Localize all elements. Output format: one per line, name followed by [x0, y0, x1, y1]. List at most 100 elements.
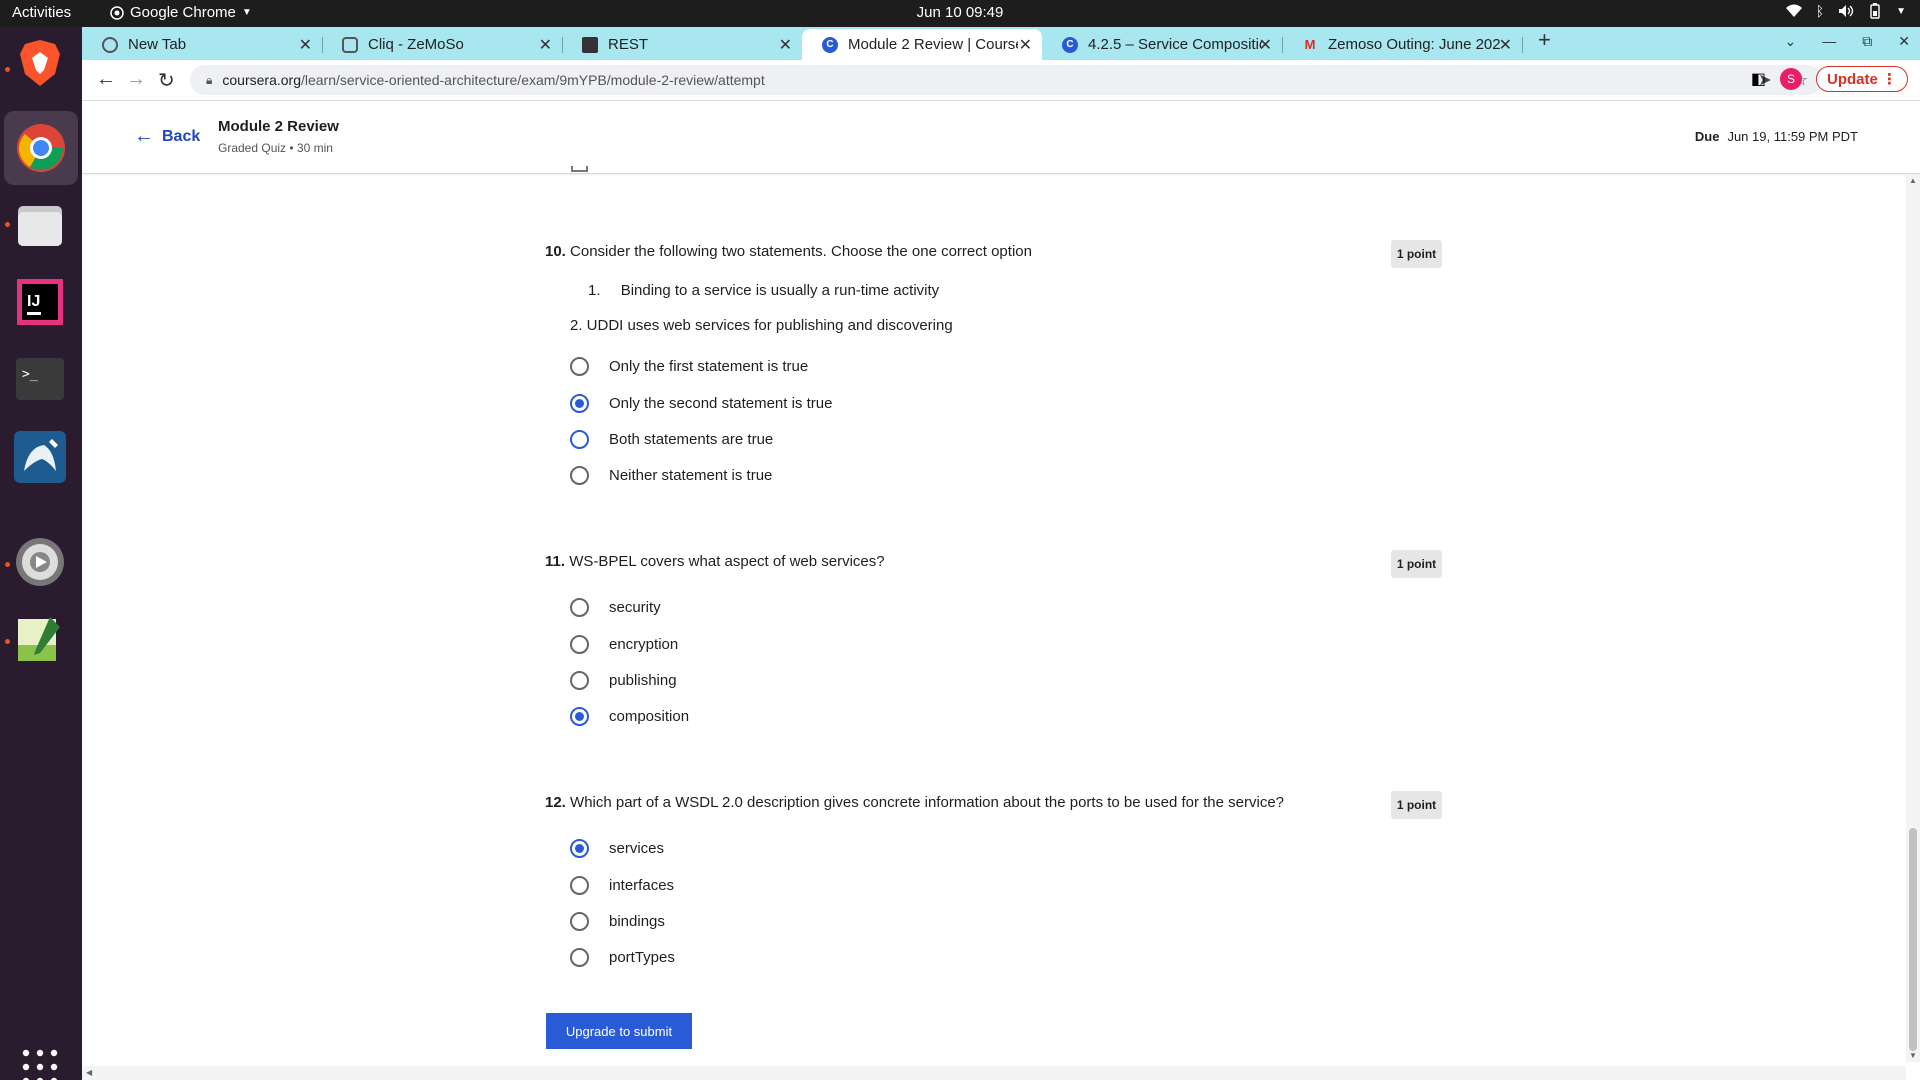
tab-zemoso-outing[interactable]: M Zemoso Outing: June 202 ✕	[1282, 29, 1523, 60]
option-q11-c[interactable]: publishing	[570, 668, 677, 692]
radio-button[interactable]	[570, 597, 589, 617]
chrome-app-icon[interactable]	[4, 111, 78, 185]
statement-2: 2. UDDI uses web services for publishing…	[570, 317, 953, 334]
points-badge: 1 point	[1391, 791, 1442, 819]
radio-button[interactable]	[570, 356, 589, 376]
clock[interactable]: Jun 10 09:49	[0, 4, 1920, 21]
quiz-header: ← Back Module 2 Review Graded Quiz • 30 …	[82, 101, 1920, 174]
tab-module-2-review[interactable]: C Module 2 Review | Course ✕	[802, 29, 1042, 60]
option-q12-a[interactable]: services	[570, 836, 664, 860]
radio-button[interactable]	[570, 465, 589, 485]
reload-icon[interactable]: ↻	[158, 68, 175, 93]
option-label: interfaces	[609, 876, 675, 894]
tab-title: Cliq - ZeMoSo	[368, 36, 464, 53]
close-icon[interactable]: ✕	[779, 35, 792, 55]
system-tray[interactable]: ᛒ ▼	[1785, 3, 1906, 19]
brave-browser-icon[interactable]	[13, 36, 67, 90]
question-11: 11. WS-BPEL covers what aspect of web se…	[545, 553, 885, 570]
terminal-icon[interactable]: >_	[13, 352, 67, 406]
question-text: Consider the following two statements. C…	[570, 243, 1032, 260]
tab-service-composition[interactable]: C 4.2.5 – Service Compositio ✕	[1042, 29, 1283, 60]
settings-icon[interactable]	[13, 535, 67, 589]
checkbox-partial[interactable]	[571, 166, 588, 172]
option-q10-a[interactable]: Only the first statement is true	[570, 354, 808, 378]
minimize-icon[interactable]: —	[1822, 33, 1836, 50]
files-icon[interactable]	[13, 198, 67, 252]
option-q11-a[interactable]: security	[570, 595, 661, 619]
mysql-workbench-icon[interactable]	[13, 430, 67, 484]
option-label: encryption	[609, 635, 679, 653]
option-label: Both statements are true	[609, 430, 774, 448]
option-q10-b[interactable]: Only the second statement is true	[570, 391, 832, 415]
chrome-icon	[102, 36, 118, 53]
tab-search-icon[interactable]: ⌄	[1785, 33, 1797, 50]
tab-title: New Tab	[128, 36, 187, 53]
close-icon[interactable]: ✕	[539, 35, 552, 55]
chat-icon	[342, 36, 358, 53]
scroll-up-icon[interactable]: ▲	[1909, 176, 1917, 185]
close-icon[interactable]: ✕	[1259, 35, 1272, 55]
radio-button[interactable]	[570, 429, 589, 449]
points-badge: 1 point	[1391, 240, 1442, 268]
option-q11-b[interactable]: encryption	[570, 632, 678, 656]
radio-button[interactable]	[570, 947, 589, 967]
intellij-icon[interactable]: IJ	[13, 275, 67, 329]
radio-button-selected[interactable]	[570, 393, 589, 413]
statement-number: 1.	[588, 282, 601, 299]
tab-rest[interactable]: REST ✕	[562, 29, 802, 60]
update-label: Update	[1826, 71, 1878, 88]
option-q12-d[interactable]: portTypes	[570, 945, 675, 969]
radio-button-selected[interactable]	[570, 706, 589, 726]
option-q10-d[interactable]: Neither statement is true	[570, 463, 772, 487]
side-panel-icon[interactable]: ◧	[1751, 69, 1766, 89]
forward-arrow-icon[interactable]: →	[126, 68, 146, 91]
radio-button-selected[interactable]	[570, 838, 589, 858]
close-window-icon[interactable]: ✕	[1898, 33, 1910, 50]
close-icon[interactable]: ✕	[1499, 35, 1512, 55]
radio-button[interactable]	[570, 634, 589, 654]
horizontal-scrollbar[interactable]: ◀	[82, 1066, 1906, 1080]
tab-cliq[interactable]: Cliq - ZeMoSo ✕	[322, 29, 563, 60]
running-indicator	[5, 562, 10, 567]
vertical-scrollbar[interactable]: ▲ ▼	[1906, 174, 1920, 1062]
dock: IJ >_	[0, 27, 82, 1080]
close-icon[interactable]: ✕	[299, 35, 312, 55]
new-tab-button[interactable]: +	[1538, 27, 1551, 53]
question-number: 11.	[545, 553, 566, 570]
option-q10-c[interactable]: Both statements are true	[570, 427, 773, 451]
option-q12-c[interactable]: bindings	[570, 909, 665, 933]
restore-icon[interactable]: ⧉	[1862, 33, 1872, 50]
question-text: Which part of a WSDL 2.0 description giv…	[570, 794, 1285, 811]
profile-avatar[interactable]: S	[1779, 68, 1802, 90]
radio-button[interactable]	[570, 875, 589, 895]
back-label: Back	[162, 127, 201, 145]
scroll-left-icon[interactable]: ◀	[86, 1068, 92, 1077]
radio-button[interactable]	[570, 670, 589, 690]
text-editor-icon[interactable]	[13, 612, 67, 666]
coursera-icon: C	[822, 36, 838, 53]
question-number: 12.	[545, 794, 566, 811]
due-date: Due Jun 19, 11:59 PM PDT	[1695, 129, 1858, 144]
radio-button[interactable]	[570, 911, 589, 931]
option-q12-b[interactable]: interfaces	[570, 873, 674, 897]
address-bar[interactable]: 🔒︎ coursera.org/learn/service-oriented-a…	[190, 65, 1822, 95]
battery-icon	[1870, 3, 1880, 19]
scroll-down-icon[interactable]: ▼	[1909, 1051, 1917, 1060]
upgrade-to-submit-button[interactable]: Upgrade to submit	[546, 1013, 692, 1049]
option-label: publishing	[609, 671, 677, 689]
tab-new-tab[interactable]: New Tab ✕	[82, 29, 323, 60]
browser-toolbar: ← → ↻ 🔒︎ coursera.org/learn/service-orie…	[82, 60, 1920, 101]
app-grid-icon[interactable]	[13, 1040, 67, 1080]
back-arrow-icon[interactable]: ←	[96, 68, 116, 91]
back-button[interactable]: ← Back	[134, 125, 200, 148]
option-label: portTypes	[609, 948, 675, 966]
option-label: security	[609, 598, 661, 616]
statement-1: 1. Binding to a service is usually a run…	[588, 282, 939, 299]
close-icon[interactable]: ✕	[1019, 35, 1032, 55]
running-indicator	[5, 639, 10, 644]
image-icon	[582, 36, 598, 53]
option-q11-d[interactable]: composition	[570, 704, 689, 728]
question-text: WS-BPEL covers what aspect of web servic…	[569, 553, 885, 570]
update-button[interactable]: Update ⋮	[1815, 66, 1908, 92]
scrollbar-thumb[interactable]	[1909, 828, 1917, 1051]
